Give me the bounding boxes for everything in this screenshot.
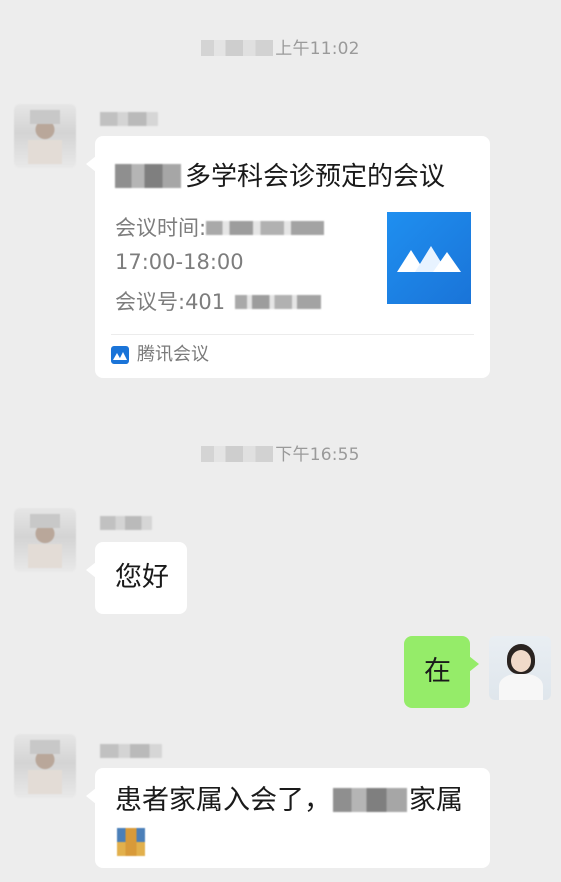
message-text-before: 患者家属入会了， (115, 785, 331, 816)
app-name: 腾讯会议 (137, 344, 209, 365)
redacted-title-prefix (115, 164, 181, 188)
sender-avatar[interactable] (14, 508, 76, 572)
meeting-id-row: 会议号:401 (115, 288, 322, 316)
message-line: 患者家属入会了， 家属 (115, 782, 463, 820)
sender-avatar[interactable] (14, 734, 76, 798)
emoji-icon (117, 828, 145, 856)
message-text-after: 家属 (409, 785, 463, 816)
sender-name-redacted (100, 112, 158, 126)
tencent-meeting-logo-icon (387, 212, 471, 304)
sender-avatar[interactable] (14, 104, 76, 168)
redacted-meeting-date (206, 221, 325, 235)
redacted-date (201, 446, 274, 462)
meeting-id-label: 会议号:401 (115, 290, 226, 314)
reply-bubble[interactable]: 在 (404, 636, 479, 708)
reply-text: 在 (424, 656, 451, 687)
tencent-meeting-small-icon (111, 346, 129, 364)
timestamp-1: 上午11:02 (0, 34, 561, 59)
sender-name-redacted (100, 516, 152, 530)
meeting-title-text: 多学科会诊预定的会议 (185, 162, 446, 192)
meeting-time-row: 会议时间: (115, 214, 325, 242)
meeting-time-label: 会议时间: (115, 216, 207, 240)
my-avatar[interactable] (489, 636, 551, 700)
meeting-invite-card[interactable]: 多学科会诊预定的会议 会议时间: 17:00-18:00 会议号:401 腾讯会… (86, 136, 490, 378)
redacted-meeting-id (235, 295, 322, 309)
redacted-name (333, 788, 407, 812)
meeting-time-range: 17:00-18:00 (115, 250, 244, 274)
card-divider (111, 334, 474, 335)
timestamp-2: 下午16:55 (0, 440, 561, 465)
sender-name-redacted (100, 744, 162, 758)
card-footer: 腾讯会议 (111, 342, 209, 368)
greeting-bubble[interactable]: 您好 (86, 542, 187, 614)
timestamp-2-text: 下午16:55 (275, 445, 360, 465)
timestamp-1-text: 上午11:02 (275, 39, 360, 59)
patient-family-joined-bubble[interactable]: 患者家属入会了， 家属 (86, 768, 490, 868)
meeting-title: 多学科会诊预定的会议 (115, 160, 445, 194)
greeting-text: 您好 (115, 562, 169, 593)
redacted-date (201, 40, 274, 56)
